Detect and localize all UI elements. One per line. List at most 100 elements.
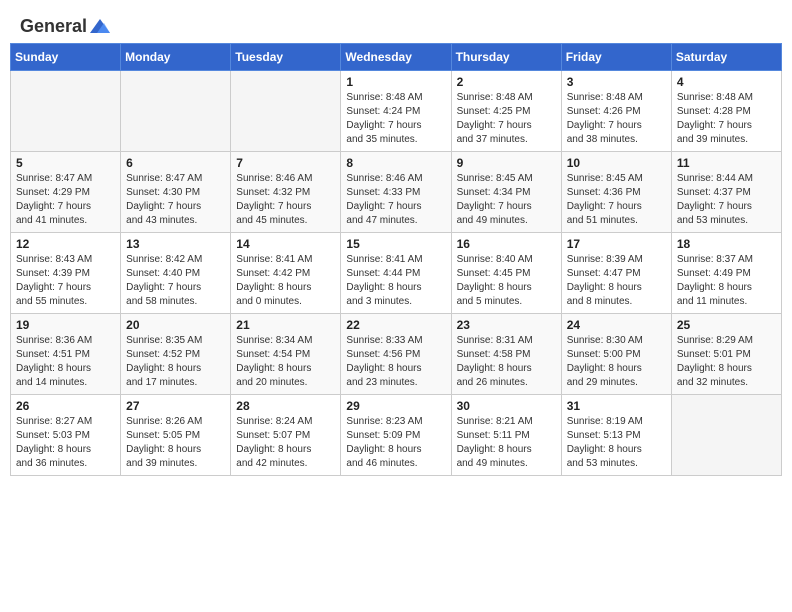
day-number: 28 xyxy=(236,399,335,413)
day-number: 17 xyxy=(567,237,666,251)
day-info: Sunrise: 8:43 AMSunset: 4:39 PMDaylight:… xyxy=(16,253,115,309)
day-number: 27 xyxy=(126,399,225,413)
day-info: Sunrise: 8:36 AMSunset: 4:51 PMDaylight:… xyxy=(16,334,115,390)
calendar-cell: 22 Sunrise: 8:33 AMSunset: 4:56 PMDayligh… xyxy=(341,314,451,395)
day-info: Sunrise: 8:31 AMSunset: 4:58 PMDaylight:… xyxy=(457,334,556,390)
day-number: 3 xyxy=(567,75,666,89)
day-number: 16 xyxy=(457,237,556,251)
day-number: 1 xyxy=(346,75,445,89)
calendar-cell: 29 Sunrise: 8:23 AMSunset: 5:09 PMDayligh… xyxy=(341,395,451,476)
calendar-cell: 31Sunrise: 8:19 AMSunset: 5:13 PMDayligh… xyxy=(561,395,671,476)
day-info: Sunrise: 8:27 AMSunset: 5:03 PMDaylight:… xyxy=(16,415,115,471)
day-info: Sunrise: 8:37 AMSunset: 4:49 PMDaylight:… xyxy=(677,253,776,309)
calendar-cell: 5Sunrise: 8:47 AMSunset: 4:29 PMDaylight… xyxy=(11,152,121,233)
day-info: Sunrise: 8:40 AMSunset: 4:45 PMDaylight:… xyxy=(457,253,556,309)
weekday-header-wednesday: Wednesday xyxy=(341,44,451,71)
day-number: 15 xyxy=(346,237,445,251)
calendar-cell: 2 Sunrise: 8:48 AMSunset: 4:25 PMDaylight… xyxy=(451,71,561,152)
day-info: Sunrise: 8:46 AMSunset: 4:33 PMDaylight:… xyxy=(346,172,445,228)
weekday-header-friday: Friday xyxy=(561,44,671,71)
calendar-week-row: 26Sunrise: 8:27 AMSunset: 5:03 PMDayligh… xyxy=(11,395,782,476)
day-number: 29 xyxy=(346,399,445,413)
day-number: 7 xyxy=(236,156,335,170)
calendar-cell: 10Sunrise: 8:45 AMSunset: 4:36 PMDayligh… xyxy=(561,152,671,233)
day-info: Sunrise: 8:45 AMSunset: 4:34 PMDaylight:… xyxy=(457,172,556,228)
weekday-header-saturday: Saturday xyxy=(671,44,781,71)
calendar-cell xyxy=(671,395,781,476)
day-info: Sunrise: 8:45 AMSunset: 4:36 PMDaylight:… xyxy=(567,172,666,228)
calendar-cell: 15Sunrise: 8:41 AMSunset: 4:44 PMDayligh… xyxy=(341,233,451,314)
calendar-cell: 30Sunrise: 8:21 AMSunset: 5:11 PMDayligh… xyxy=(451,395,561,476)
day-number: 14 xyxy=(236,237,335,251)
calendar-cell: 1 Sunrise: 8:48 AMSunset: 4:24 PMDaylight… xyxy=(341,71,451,152)
day-info: Sunrise: 8:30 AMSunset: 5:00 PMDaylight:… xyxy=(567,334,666,390)
calendar-cell xyxy=(231,71,341,152)
calendar-cell: 19Sunrise: 8:36 AMSunset: 4:51 PMDayligh… xyxy=(11,314,121,395)
weekday-header-thursday: Thursday xyxy=(451,44,561,71)
calendar-week-row: 12 Sunrise: 8:43 AMSunset: 4:39 PMDayligh… xyxy=(11,233,782,314)
day-info: Sunrise: 8:33 AMSunset: 4:56 PMDaylight:… xyxy=(346,334,445,390)
calendar-week-row: 1 Sunrise: 8:48 AMSunset: 4:24 PMDaylight… xyxy=(11,71,782,152)
calendar-cell: 24 Sunrise: 8:30 AMSunset: 5:00 PMDayligh… xyxy=(561,314,671,395)
day-info: Sunrise: 8:48 AMSunset: 4:25 PMDaylight:… xyxy=(457,91,556,147)
calendar-cell: 11 Sunrise: 8:44 AMSunset: 4:37 PMDayligh… xyxy=(671,152,781,233)
day-number: 12 xyxy=(16,237,115,251)
calendar-week-row: 5Sunrise: 8:47 AMSunset: 4:29 PMDaylight… xyxy=(11,152,782,233)
day-info: Sunrise: 8:48 AMSunset: 4:24 PMDaylight:… xyxy=(346,91,445,147)
calendar-cell: 16 Sunrise: 8:40 AMSunset: 4:45 PMDayligh… xyxy=(451,233,561,314)
calendar-cell: 21 Sunrise: 8:34 AMSunset: 4:54 PMDayligh… xyxy=(231,314,341,395)
calendar-cell: 14 Sunrise: 8:41 AMSunset: 4:42 PMDayligh… xyxy=(231,233,341,314)
logo-icon xyxy=(90,19,110,33)
day-info: Sunrise: 8:48 AMSunset: 4:26 PMDaylight:… xyxy=(567,91,666,147)
calendar-week-row: 19Sunrise: 8:36 AMSunset: 4:51 PMDayligh… xyxy=(11,314,782,395)
calendar-cell: 26Sunrise: 8:27 AMSunset: 5:03 PMDayligh… xyxy=(11,395,121,476)
day-number: 13 xyxy=(126,237,225,251)
calendar-cell: 23Sunrise: 8:31 AMSunset: 4:58 PMDayligh… xyxy=(451,314,561,395)
day-info: Sunrise: 8:48 AMSunset: 4:28 PMDaylight:… xyxy=(677,91,776,147)
calendar-cell: 3 Sunrise: 8:48 AMSunset: 4:26 PMDaylight… xyxy=(561,71,671,152)
day-number: 21 xyxy=(236,318,335,332)
day-info: Sunrise: 8:46 AMSunset: 4:32 PMDaylight:… xyxy=(236,172,335,228)
day-number: 31 xyxy=(567,399,666,413)
day-number: 11 xyxy=(677,156,776,170)
day-number: 4 xyxy=(677,75,776,89)
day-number: 2 xyxy=(457,75,556,89)
calendar-cell: 4 Sunrise: 8:48 AMSunset: 4:28 PMDaylight… xyxy=(671,71,781,152)
day-info: Sunrise: 8:35 AMSunset: 4:52 PMDaylight:… xyxy=(126,334,225,390)
day-number: 25 xyxy=(677,318,776,332)
day-number: 9 xyxy=(457,156,556,170)
calendar-header-row: SundayMondayTuesdayWednesdayThursdayFrid… xyxy=(11,44,782,71)
calendar-cell xyxy=(11,71,121,152)
calendar-cell: 17 Sunrise: 8:39 AMSunset: 4:47 PMDayligh… xyxy=(561,233,671,314)
day-info: Sunrise: 8:41 AMSunset: 4:42 PMDaylight:… xyxy=(236,253,335,309)
calendar-cell: 27 Sunrise: 8:26 AMSunset: 5:05 PMDayligh… xyxy=(121,395,231,476)
day-info: Sunrise: 8:34 AMSunset: 4:54 PMDaylight:… xyxy=(236,334,335,390)
weekday-header-sunday: Sunday xyxy=(11,44,121,71)
day-info: Sunrise: 8:23 AMSunset: 5:09 PMDaylight:… xyxy=(346,415,445,471)
calendar-cell: 28 Sunrise: 8:24 AMSunset: 5:07 PMDayligh… xyxy=(231,395,341,476)
calendar-cell: 20 Sunrise: 8:35 AMSunset: 4:52 PMDayligh… xyxy=(121,314,231,395)
day-info: Sunrise: 8:44 AMSunset: 4:37 PMDaylight:… xyxy=(677,172,776,228)
calendar-cell xyxy=(121,71,231,152)
day-number: 20 xyxy=(126,318,225,332)
calendar-cell: 18 Sunrise: 8:37 AMSunset: 4:49 PMDayligh… xyxy=(671,233,781,314)
day-info: Sunrise: 8:26 AMSunset: 5:05 PMDaylight:… xyxy=(126,415,225,471)
weekday-header-monday: Monday xyxy=(121,44,231,71)
calendar-table: SundayMondayTuesdayWednesdayThursdayFrid… xyxy=(10,43,782,476)
day-number: 5 xyxy=(16,156,115,170)
day-info: Sunrise: 8:39 AMSunset: 4:47 PMDaylight:… xyxy=(567,253,666,309)
calendar-cell: 25 Sunrise: 8:29 AMSunset: 5:01 PMDayligh… xyxy=(671,314,781,395)
day-info: Sunrise: 8:29 AMSunset: 5:01 PMDaylight:… xyxy=(677,334,776,390)
day-number: 22 xyxy=(346,318,445,332)
day-number: 30 xyxy=(457,399,556,413)
weekday-header-tuesday: Tuesday xyxy=(231,44,341,71)
day-number: 18 xyxy=(677,237,776,251)
calendar-cell: 6Sunrise: 8:47 AMSunset: 4:30 PMDaylight… xyxy=(121,152,231,233)
calendar-wrapper: SundayMondayTuesdayWednesdayThursdayFrid… xyxy=(0,43,792,486)
calendar-cell: 9 Sunrise: 8:45 AMSunset: 4:34 PMDaylight… xyxy=(451,152,561,233)
calendar-cell: 13Sunrise: 8:42 AMSunset: 4:40 PMDayligh… xyxy=(121,233,231,314)
day-number: 8 xyxy=(346,156,445,170)
day-number: 24 xyxy=(567,318,666,332)
day-info: Sunrise: 8:47 AMSunset: 4:30 PMDaylight:… xyxy=(126,172,225,228)
day-info: Sunrise: 8:24 AMSunset: 5:07 PMDaylight:… xyxy=(236,415,335,471)
